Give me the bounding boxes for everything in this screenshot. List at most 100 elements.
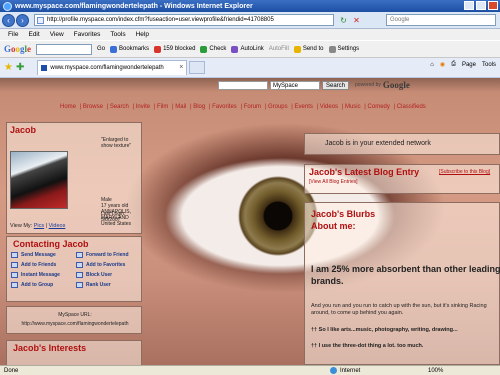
- myspace-url-value: http://www.myspace.com/flamingwondertele…: [21, 321, 129, 327]
- nav-comedy[interactable]: Comedy: [368, 104, 390, 110]
- browser-search-input[interactable]: Google: [386, 14, 496, 26]
- last-login: Last Login: 5/8/2007: [101, 211, 125, 223]
- home-icon[interactable]: ⌂: [430, 62, 434, 68]
- myspace-url-label: MySpace URL:: [58, 312, 92, 318]
- new-tab-button[interactable]: [189, 61, 206, 74]
- nav-blog[interactable]: Blog: [193, 104, 205, 110]
- myspace-url-box: MySpace URL: http://www.myspace.com/flam…: [6, 306, 142, 334]
- menu-help[interactable]: Help: [136, 31, 149, 38]
- address-toolbar: ‹ › http://profile.myspace.com/index.cfm…: [0, 12, 500, 29]
- nav-film[interactable]: Film: [157, 104, 168, 110]
- menu-tools[interactable]: Tools: [110, 31, 125, 38]
- stop-icon[interactable]: ✕: [351, 15, 362, 26]
- check-button[interactable]: Check: [200, 45, 226, 53]
- about-me-line-3: †† I use the three-dot thing a lot. too …: [311, 343, 424, 349]
- myspace-search-button[interactable]: Search: [322, 80, 350, 90]
- add-to-favorites-link[interactable]: Add to Favorites: [76, 262, 141, 268]
- menu-view[interactable]: View: [50, 31, 64, 38]
- google-toolbar: Google Go Bookmarks 159 blocked Check Au…: [0, 40, 500, 58]
- myspace-search: MySpace Search powered by Google: [218, 80, 410, 90]
- ie-icon: [3, 1, 12, 11]
- sendto-icon: [293, 45, 301, 53]
- view-my-links: View My: Pics | Videos: [10, 223, 66, 229]
- nav-search[interactable]: Search: [110, 104, 129, 110]
- maximize-button[interactable]: [476, 1, 486, 10]
- refresh-icon[interactable]: ↻: [338, 15, 349, 26]
- rank-icon: [76, 282, 83, 288]
- contact-box: Contacting Jacob Send Message Forward to…: [6, 236, 142, 302]
- myspace-search-input[interactable]: [218, 80, 268, 90]
- nav-events[interactable]: Events: [295, 104, 313, 110]
- menu-edit[interactable]: Edit: [28, 31, 39, 38]
- go-button[interactable]: Go: [97, 46, 105, 52]
- forward-button[interactable]: ›: [16, 13, 29, 27]
- extended-network-text: Jacob is in your extended network: [325, 140, 431, 147]
- window-controls: [464, 1, 498, 10]
- blurbs-box: Jacob's Blurbs About me: I am 25% more a…: [304, 202, 500, 365]
- send-message-link[interactable]: Send Message: [11, 252, 76, 258]
- globe-icon: [330, 367, 337, 374]
- interests-title: Jacob's Interests: [13, 343, 87, 353]
- add-to-friends-link[interactable]: Add to Friends: [11, 262, 76, 268]
- blocker-icon: [154, 45, 162, 53]
- tab-myspace[interactable]: www.myspace.com/flamingwondertelepath ×: [37, 60, 188, 75]
- favorites-star-icon[interactable]: ★: [4, 62, 13, 73]
- view-all-blog-link[interactable]: [View All Blog Entries]: [309, 179, 358, 185]
- add-friend-icon: [11, 262, 18, 268]
- powered-by-label: powered by: [355, 82, 381, 88]
- profile-name: Jacob: [10, 125, 37, 135]
- google-toolbar-search[interactable]: [36, 43, 93, 55]
- subscribe-blog-link[interactable]: [Subscribe to this Blog]: [439, 169, 490, 175]
- check-icon: [200, 45, 208, 53]
- nav-videos[interactable]: Videos: [320, 104, 338, 110]
- nav-mail[interactable]: Mail: [175, 104, 186, 110]
- forward-to-friend-link[interactable]: Forward to Friend: [76, 252, 141, 258]
- autolink-button[interactable]: AutoLink: [231, 45, 264, 53]
- address-field[interactable]: http://profile.myspace.com/index.cfm?fus…: [34, 14, 334, 26]
- window-title: www.myspace.com/flamingwondertelepath - …: [15, 2, 253, 10]
- mail-icon: [11, 252, 18, 258]
- feeds-icon[interactable]: ◉: [440, 61, 445, 68]
- status-text: Done: [4, 367, 19, 374]
- nav-home[interactable]: Home: [60, 104, 76, 110]
- minimize-button[interactable]: [464, 1, 474, 10]
- tab-label: www.myspace.com/flamingwondertelepath: [50, 65, 164, 71]
- nav-favorites[interactable]: Favorites: [212, 104, 237, 110]
- add-to-group-link[interactable]: Add to Group: [11, 282, 76, 288]
- pics-link[interactable]: Pics: [34, 223, 44, 229]
- nav-forum[interactable]: Forum: [244, 104, 261, 110]
- print-icon[interactable]: ⎙: [451, 61, 456, 68]
- last-login-date: 5/8/2007: [101, 217, 121, 223]
- tab-close-icon[interactable]: ×: [179, 61, 183, 75]
- nav-groups[interactable]: Groups: [268, 104, 288, 110]
- nav-browse[interactable]: Browse: [83, 104, 103, 110]
- add-favorites-icon[interactable]: ✚: [16, 62, 24, 73]
- menu-favorites[interactable]: Favorites: [74, 31, 101, 38]
- tab-bar: ★ ✚ www.myspace.com/flamingwondertelepat…: [0, 58, 500, 78]
- nav-classifieds[interactable]: Classifieds: [397, 104, 426, 110]
- rank-user-link[interactable]: Rank User: [76, 282, 141, 288]
- popup-blocker[interactable]: 159 blocked: [154, 45, 195, 53]
- search-placeholder: Google: [390, 17, 410, 23]
- favorites-icon: [76, 262, 83, 268]
- menu-file[interactable]: File: [8, 31, 18, 38]
- blurbs-title: Jacob's Blurbs: [311, 209, 376, 219]
- close-button[interactable]: [488, 1, 498, 10]
- group-icon: [11, 282, 18, 288]
- back-button[interactable]: ‹: [2, 13, 15, 27]
- block-user-link[interactable]: Block User: [76, 272, 141, 278]
- zoom-level[interactable]: 100%: [428, 368, 443, 374]
- sendto-button[interactable]: Send to: [293, 45, 324, 53]
- myspace-search-select[interactable]: MySpace: [270, 80, 320, 90]
- autofill-button[interactable]: AutoFill: [269, 46, 289, 52]
- tools-menu[interactable]: Tools: [482, 62, 496, 68]
- page-icon: [37, 17, 44, 24]
- page-menu[interactable]: Page: [462, 62, 476, 68]
- settings-button[interactable]: Settings: [328, 45, 359, 53]
- nav-invite[interactable]: Invite: [136, 104, 150, 110]
- bookmarks-button[interactable]: Bookmarks: [110, 45, 149, 53]
- nav-music[interactable]: Music: [345, 104, 361, 110]
- videos-link[interactable]: Videos: [49, 223, 66, 229]
- instant-message-link[interactable]: Instant Message: [11, 272, 76, 278]
- profile-photo[interactable]: [10, 151, 68, 209]
